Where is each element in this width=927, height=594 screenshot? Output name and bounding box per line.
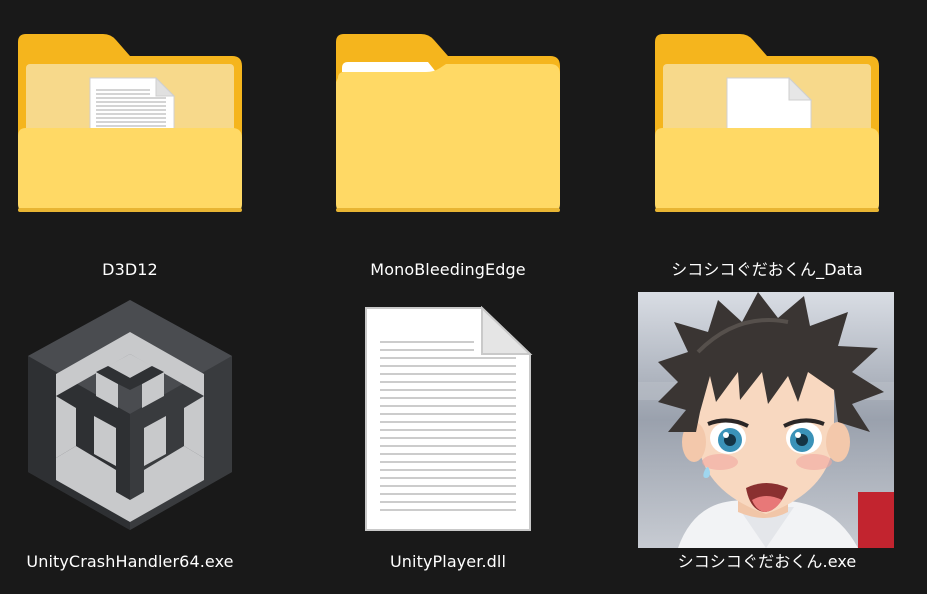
- folder-icon: [617, 30, 917, 290]
- file-name: シコシコぐだおくん.exe: [677, 552, 857, 571]
- file-item-d3d12[interactable]: D3D12: [0, 30, 280, 320]
- document-icon: [298, 290, 598, 550]
- file-item-monobleedingedge[interactable]: MonoBleedingEdge: [298, 30, 598, 320]
- file-item-data-folder[interactable]: シコシコぐだおくん_Data: [617, 30, 917, 320]
- file-item-unityplayer[interactable]: UnityPlayer.dll: [298, 290, 598, 580]
- file-item-unitycrashhandler[interactable]: UnityCrashHandler64.exe: [0, 290, 280, 580]
- file-name: シコシコぐだおくん_Data: [671, 260, 863, 279]
- file-name: MonoBleedingEdge: [370, 260, 526, 279]
- folder-icon: [298, 30, 598, 290]
- anime-character-icon: [617, 290, 917, 550]
- unity-logo-icon: [0, 290, 280, 550]
- file-name: UnityPlayer.dll: [390, 552, 506, 571]
- file-name: D3D12: [102, 260, 158, 279]
- file-item-exe[interactable]: シコシコぐだおくん.exe: [617, 290, 917, 580]
- file-name: UnityCrashHandler64.exe: [26, 552, 234, 571]
- folder-icon: [0, 30, 280, 290]
